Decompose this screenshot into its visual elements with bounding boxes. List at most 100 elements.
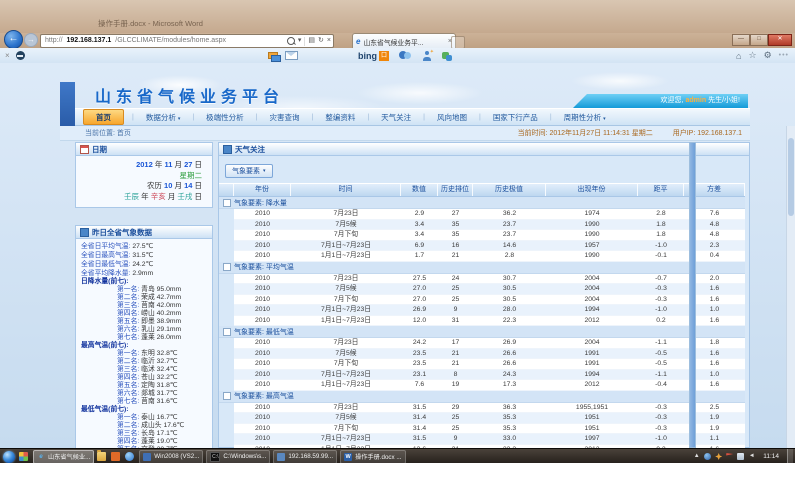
- row-gutter: [219, 305, 234, 316]
- group-checkbox[interactable]: [223, 392, 231, 400]
- table-cell: 2010: [234, 274, 291, 285]
- taskbar-button-word[interactable]: W操作手册.docx ...: [340, 450, 405, 464]
- launcher-icon[interactable]: [19, 452, 28, 461]
- search-icon[interactable]: [287, 37, 295, 45]
- group-header-row[interactable]: 气象要素: 降水量: [219, 197, 745, 209]
- bing-box-icon: 口: [379, 51, 389, 61]
- site-banner: 山东省气候业务平台 欢迎您,admin先生/小姐!: [60, 80, 750, 108]
- toolbar-logo-icon[interactable]: [16, 51, 25, 60]
- table-cell: 8: [438, 370, 473, 381]
- taskbar-button-cmd[interactable]: C:\C:\Windows\s...: [206, 450, 270, 464]
- table-row: 20101月1日~7月23日7.61917.32012-0.41.6: [219, 380, 745, 391]
- folder-pinned-icon[interactable]: [97, 452, 106, 461]
- table-cell: 29: [438, 403, 473, 414]
- browser-forward-button[interactable]: →: [24, 33, 38, 47]
- volume-icon[interactable]: ◄: [748, 453, 755, 460]
- table-row: 20107月下旬31.42535.31951-0.31.9: [219, 424, 745, 435]
- weather-stat: 全省平均降水量: 2.9mm: [81, 269, 210, 278]
- column-header: 出现年份: [546, 184, 638, 196]
- compatibility-icon[interactable]: ▤: [308, 35, 315, 47]
- blue-pinned-icon[interactable]: [125, 452, 134, 461]
- table-cell: 7月1日~7月23日: [291, 370, 401, 381]
- table-row: 20107月23日24.21726.92004-1.11.8: [219, 338, 745, 349]
- taskbar-clock[interactable]: 11:14: [759, 453, 783, 460]
- nav-item-0[interactable]: 首页: [83, 109, 124, 125]
- start-button[interactable]: [3, 451, 15, 463]
- tray-globe-icon[interactable]: [704, 453, 711, 460]
- weather-stat: 全省日最高气温: 31.5℃: [81, 251, 210, 260]
- url-host: 192.168.137.1: [63, 37, 112, 44]
- group-header-row[interactable]: 气象要素: 最低气温: [219, 326, 745, 338]
- table-cell: 25: [438, 413, 473, 424]
- nav-item-4[interactable]: 整编资料: [321, 110, 359, 125]
- nav-separator: |: [550, 114, 552, 121]
- nav-item-5[interactable]: 天气关注: [377, 110, 415, 125]
- show-desktop-button[interactable]: [787, 449, 793, 463]
- column-header: 年份: [234, 184, 291, 196]
- content-scrollbar[interactable]: [689, 142, 696, 448]
- group-checkbox[interactable]: [223, 263, 231, 271]
- group-header-row[interactable]: 气象要素: 最高气温: [219, 391, 745, 403]
- more-dots-icon[interactable]: •••: [779, 52, 789, 59]
- toolbar-close-icon[interactable]: ×: [5, 51, 10, 60]
- table-cell: 9: [438, 305, 473, 316]
- group-checkbox[interactable]: [223, 199, 231, 207]
- row-gutter: [219, 370, 234, 381]
- focus-panel-title: 天气关注: [235, 144, 265, 155]
- element-filter-button[interactable]: 气象要素 ▾: [225, 164, 273, 178]
- nav-item-8[interactable]: 周期性分析▾: [560, 110, 610, 125]
- maximize-button[interactable]: □: [750, 34, 768, 46]
- ranking-section-title: 最高气温(前七):: [81, 342, 210, 350]
- address-bar[interactable]: http://192.168.137.1/GLCCLIMATE/modules/…: [40, 34, 334, 48]
- nav-item-1[interactable]: 数据分析▾: [142, 110, 185, 125]
- table-cell: 7月5候: [291, 284, 401, 295]
- action-center-flag-icon[interactable]: [726, 453, 733, 460]
- table-cell: 7月下旬: [291, 230, 401, 241]
- refresh-icon[interactable]: ↻: [318, 35, 324, 47]
- welcome-username: admin: [683, 97, 708, 104]
- taskbar-button-app[interactable]: Win2008 (VS2...: [139, 450, 203, 464]
- table-cell: 35: [438, 230, 473, 241]
- minimize-button[interactable]: —: [732, 34, 750, 46]
- mail-icon[interactable]: [285, 51, 298, 60]
- nav-item-2[interactable]: 极端性分析: [202, 110, 248, 125]
- person-icon[interactable]: [422, 51, 432, 61]
- bing-logo[interactable]: bing 口: [358, 51, 389, 61]
- cards-icon[interactable]: [268, 52, 279, 60]
- group-checkbox[interactable]: [223, 328, 231, 336]
- calendar-icon: [80, 145, 89, 154]
- window-scrollbar[interactable]: [786, 126, 795, 448]
- stop-icon[interactable]: ×: [327, 35, 331, 47]
- home-icon[interactable]: ⌂: [736, 51, 741, 61]
- tray-spark-icon[interactable]: [715, 453, 722, 460]
- circles-icon[interactable]: [399, 51, 412, 60]
- orange-pinned-icon[interactable]: [111, 452, 120, 461]
- window-scrollbar-thumb[interactable]: [788, 138, 794, 216]
- settings-gear-icon[interactable]: ⚙: [764, 50, 772, 61]
- ranking-entry: 第四名: 苍山 32.2℃: [81, 374, 210, 382]
- tray-expand-icon[interactable]: ▲: [693, 453, 700, 460]
- table-cell: -0.4: [638, 380, 684, 391]
- favorites-star-icon[interactable]: ☆: [748, 50, 756, 61]
- table-cell: 17.3: [473, 380, 546, 391]
- puzzle-icon[interactable]: [442, 51, 453, 61]
- browser-back-button[interactable]: ←: [4, 30, 23, 49]
- table-cell: 23.5: [401, 359, 438, 370]
- chevron-down-icon: ▾: [263, 168, 266, 174]
- row-gutter: [219, 316, 234, 327]
- nav-item-7[interactable]: 国家下行产品: [489, 110, 542, 125]
- ranking-entry: 第七名: 莒南 31.6℃: [81, 398, 210, 406]
- table-cell: 2010: [234, 380, 291, 391]
- nav-item-6[interactable]: 风向地图: [433, 110, 471, 125]
- group-header-row[interactable]: 气象要素: 平均气温: [219, 262, 745, 274]
- taskbar-button-ie[interactable]: e山东省气候业...: [33, 450, 94, 464]
- content-scrollbar-thumb[interactable]: [690, 143, 695, 447]
- close-button[interactable]: ✕: [768, 34, 792, 46]
- taskbar-button-rdp[interactable]: 192.168.59.99...: [273, 450, 337, 464]
- chevron-down-icon[interactable]: ▾: [298, 35, 302, 47]
- browser-tab[interactable]: e 山东省气候业务平... ×: [352, 33, 456, 49]
- window-controls: — □ ✕: [732, 34, 792, 46]
- network-icon[interactable]: [737, 453, 744, 460]
- nav-item-3[interactable]: 灾害查询: [266, 110, 304, 125]
- table-cell: 12.0: [401, 316, 438, 327]
